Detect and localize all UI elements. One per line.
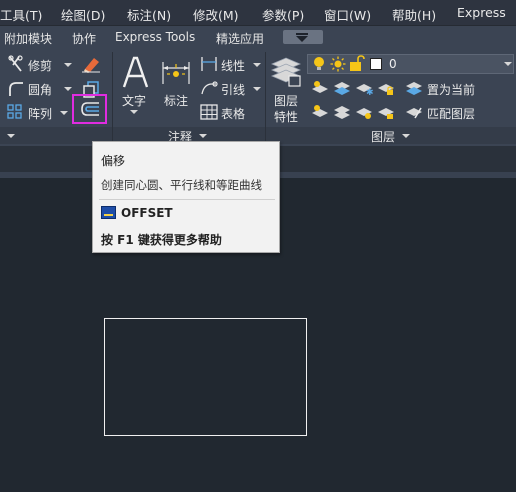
offset-button[interactable] bbox=[72, 94, 107, 124]
layer-off-icon[interactable] bbox=[311, 80, 329, 96]
tab-addins[interactable]: 附加模块 bbox=[4, 30, 52, 47]
dimension-label[interactable]: 标注 bbox=[164, 92, 188, 109]
tooltip-help-hint: 按 F1 键获得更多帮助 bbox=[101, 233, 222, 247]
svg-text:✱: ✱ bbox=[366, 88, 373, 96]
tab-collaborate[interactable]: 协作 bbox=[72, 30, 96, 47]
ribbon-toggle-bar-icon bbox=[296, 33, 308, 35]
annotation-panel-expand-icon[interactable] bbox=[199, 134, 207, 138]
layer-unlock-icon[interactable] bbox=[377, 104, 395, 120]
layer-on-icon[interactable] bbox=[311, 104, 329, 120]
menu-help[interactable]: 帮助(H) bbox=[392, 5, 436, 24]
layer-color-swatch bbox=[370, 58, 382, 70]
layer-properties-label-line2[interactable]: 特性 bbox=[274, 108, 298, 125]
lightbulb-icon[interactable] bbox=[312, 56, 326, 72]
match-layer-label[interactable]: 匹配图层 bbox=[427, 105, 475, 122]
current-layer-value: 0 bbox=[389, 57, 397, 71]
layer-unisolate-icon[interactable] bbox=[333, 104, 351, 120]
trim-label[interactable]: 修剪 bbox=[28, 57, 52, 74]
modify-panel-expand-icon[interactable] bbox=[7, 134, 15, 138]
trim-icon[interactable] bbox=[7, 55, 25, 73]
offset-tooltip: 偏移 创建同心圆、平行线和等距曲线 OFFSET 按 F1 键获得更多帮助 bbox=[92, 141, 280, 253]
array-dropdown-icon[interactable] bbox=[60, 111, 68, 115]
ribbon-tab-bar: 附加模块 协作 Express Tools 精选应用 bbox=[0, 26, 516, 48]
leader-label[interactable]: 引线 bbox=[221, 81, 245, 98]
array-icon[interactable] bbox=[7, 104, 23, 120]
leader-icon[interactable] bbox=[200, 80, 218, 96]
menu-dimension[interactable]: 标注(N) bbox=[127, 5, 171, 24]
fillet-label[interactable]: 圆角 bbox=[28, 81, 52, 98]
layer-dropdown-arrow-icon[interactable] bbox=[504, 62, 512, 66]
layer-freeze-icon[interactable]: ✱ bbox=[355, 80, 373, 96]
set-current-icon[interactable] bbox=[405, 80, 423, 96]
erase-icon[interactable] bbox=[81, 55, 101, 73]
ribbon-toggle-arrow-icon bbox=[296, 36, 308, 42]
text-dropdown-icon[interactable] bbox=[130, 110, 138, 114]
array-label[interactable]: 阵列 bbox=[28, 105, 52, 122]
menu-draw[interactable]: 绘图(D) bbox=[61, 5, 105, 24]
trim-dropdown-icon[interactable] bbox=[64, 63, 72, 67]
layer-isolate-icon[interactable] bbox=[333, 80, 351, 96]
fillet-icon[interactable] bbox=[7, 80, 25, 98]
text-label[interactable]: 文字 bbox=[122, 92, 146, 109]
fillet-dropdown-icon[interactable] bbox=[64, 87, 72, 91]
menu-parametric[interactable]: 参数(P) bbox=[262, 5, 304, 24]
linear-dimension-icon[interactable] bbox=[200, 56, 218, 72]
leader-dropdown-icon[interactable] bbox=[253, 87, 261, 91]
tooltip-description: 创建同心圆、平行线和等距曲线 bbox=[101, 178, 262, 192]
tab-express-tools[interactable]: Express Tools bbox=[115, 30, 195, 44]
text-icon[interactable] bbox=[120, 55, 150, 89]
tooltip-command-name: OFFSET bbox=[121, 206, 173, 220]
menu-window[interactable]: 窗口(W) bbox=[324, 5, 371, 24]
table-label[interactable]: 表格 bbox=[221, 105, 245, 122]
linear-label[interactable]: 线性 bbox=[221, 57, 245, 74]
layer-lock-icon[interactable] bbox=[377, 80, 395, 96]
tab-featured-apps[interactable]: 精选应用 bbox=[216, 30, 264, 47]
menu-modify[interactable]: 修改(M) bbox=[193, 5, 239, 24]
tooltip-divider bbox=[99, 199, 275, 200]
set-current-label[interactable]: 置为当前 bbox=[427, 81, 475, 98]
menu-express[interactable]: Express bbox=[457, 5, 506, 20]
layer-properties-label-line1[interactable]: 图层 bbox=[274, 92, 298, 109]
layer-properties-icon[interactable] bbox=[270, 54, 302, 88]
layers-panel-expand-icon[interactable] bbox=[402, 134, 410, 138]
layers-panel-title: 图层 bbox=[371, 130, 396, 144]
menu-bar: 工具(T) 绘图(D) 标注(N) 修改(M) 参数(P) 窗口(W) 帮助(H… bbox=[0, 0, 516, 26]
menu-tools[interactable]: 工具(T) bbox=[0, 5, 42, 24]
drawing-rectangle[interactable] bbox=[104, 318, 307, 436]
table-icon[interactable] bbox=[200, 104, 218, 120]
offset-icon bbox=[81, 102, 99, 116]
layer-thaw-icon[interactable] bbox=[355, 104, 373, 120]
ribbon-state-toggle-button[interactable] bbox=[283, 30, 323, 44]
tooltip-title: 偏移 bbox=[101, 154, 126, 168]
linear-dropdown-icon[interactable] bbox=[253, 63, 261, 67]
match-layer-icon[interactable] bbox=[405, 104, 423, 120]
command-icon bbox=[101, 206, 116, 219]
dimension-icon[interactable] bbox=[160, 56, 192, 86]
sun-icon[interactable] bbox=[330, 56, 346, 72]
unlock-icon[interactable] bbox=[349, 55, 365, 72]
